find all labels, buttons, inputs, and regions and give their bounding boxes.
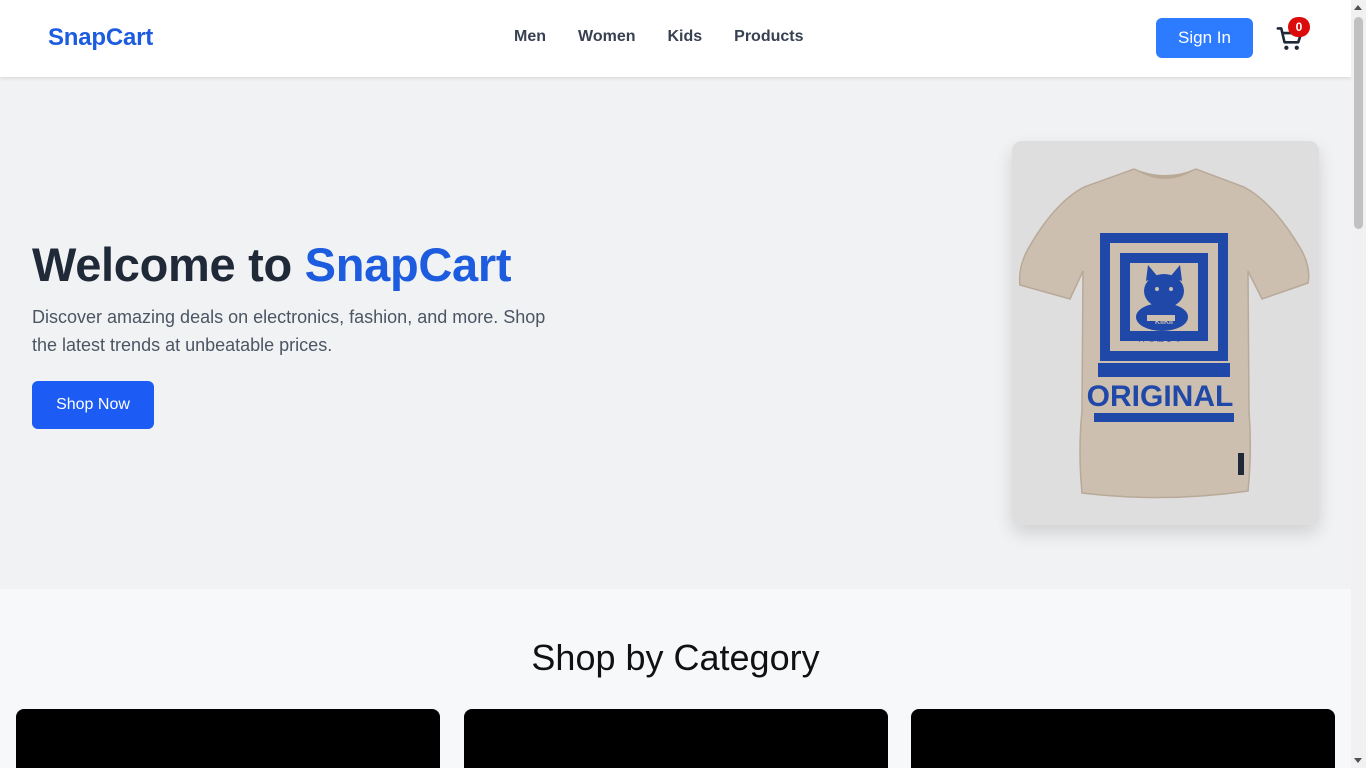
category-card[interactable] [16,709,440,768]
shop-now-button[interactable]: Shop Now [32,381,154,429]
navbar: SnapCart Men Women Kids Products Sign In… [0,0,1351,77]
hero-title-brand: SnapCart [304,238,512,291]
hero-section: Welcome to SnapCart Discover amazing dea… [0,77,1351,589]
cart-count-badge: 0 [1288,17,1310,37]
nav-link-kids[interactable]: Kids [667,28,702,46]
hero-title: Welcome to SnapCart [32,237,512,292]
scrollbar-thumb[interactable] [1354,17,1363,229]
hero-description: Discover amazing deals on electronics, f… [32,307,546,355]
main-nav: Men Women Kids Products [514,28,804,46]
page-scrollbar[interactable] [1351,0,1366,768]
category-card[interactable] [464,709,888,768]
tshirt-original-text: ORIGINAL [1087,380,1234,413]
tshirt-image: ORIGINAL KIIKII 神を信じる [1012,141,1319,525]
scroll-down-arrow-icon[interactable] [1354,758,1362,763]
sign-in-button[interactable]: Sign In [1156,18,1253,58]
nav-link-products[interactable]: Products [734,28,803,46]
nav-link-men[interactable]: Men [514,28,546,46]
logo[interactable]: SnapCart [48,24,153,52]
tshirt-small-text: KIIKII [1155,319,1173,326]
page: SnapCart Men Women Kids Products Sign In… [0,0,1351,768]
category-section: Shop by Category [0,589,1351,768]
hero-title-prefix: Welcome to [32,238,305,291]
scroll-up-arrow-icon[interactable] [1354,5,1362,10]
tshirt-jp-text: 神を信じる [1137,332,1182,344]
hero-product-card[interactable]: ORIGINAL KIIKII 神を信じる [1012,141,1319,525]
category-card[interactable] [911,709,1335,768]
category-section-title: Shop by Category [531,637,820,678]
nav-link-women[interactable]: Women [578,28,635,46]
